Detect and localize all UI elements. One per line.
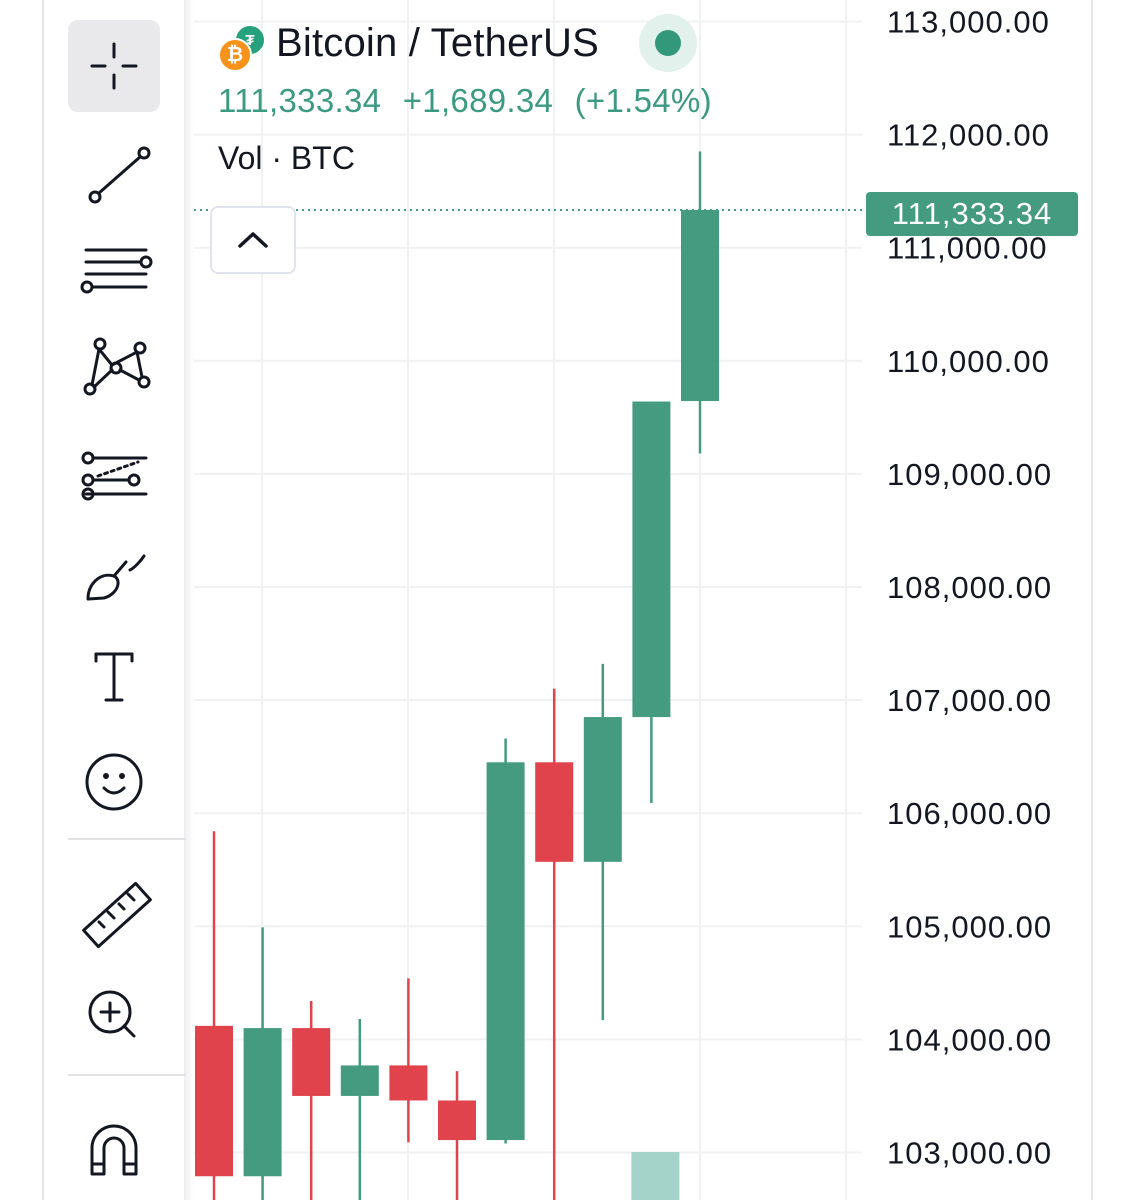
symbol-title[interactable]: Bitcoin / TetherUS <box>276 21 599 66</box>
candle-body <box>195 1025 233 1177</box>
candle-body <box>389 1065 428 1101</box>
candle-body <box>292 1028 331 1096</box>
toolbar-separator <box>68 1074 186 1076</box>
candle-body <box>583 717 622 862</box>
emoji-tool-button[interactable] <box>68 726 160 818</box>
trend-line-icon <box>88 146 151 204</box>
crosshair-icon <box>90 42 138 90</box>
zoom-in-tool-button[interactable] <box>68 962 160 1054</box>
collapse-legend-button[interactable] <box>210 206 296 274</box>
forecast-icon <box>81 451 148 501</box>
pattern-icon <box>83 337 151 396</box>
y-tick-label: 110,000.00 <box>887 344 1050 379</box>
text-tool-button[interactable] <box>68 624 160 716</box>
last-price-badge: 111,333.34 <box>866 192 1078 236</box>
candle-body <box>535 762 574 862</box>
crosshair-tool-button[interactable] <box>68 20 160 112</box>
trend-line-tool-button[interactable] <box>68 120 160 212</box>
symbol-legend: ₮ ₿ Bitcoin / TetherUS 111,333.34 +1,689… <box>218 14 724 177</box>
drawing-toolbar <box>44 0 186 1200</box>
volume-indicator-label[interactable]: Vol · BTC <box>218 140 724 177</box>
candle-body <box>632 401 671 718</box>
brush-tool-button[interactable] <box>68 524 160 616</box>
y-tick-label: 108,000.00 <box>887 570 1052 605</box>
y-tick-label: 104,000.00 <box>887 1022 1052 1057</box>
y-tick-label: 106,000.00 <box>887 796 1052 831</box>
zoom-in-icon <box>88 990 136 1038</box>
change-value: +1,689.34 <box>402 82 554 119</box>
fib-levels-icon <box>80 248 153 294</box>
change-percent: (+1.54%) <box>574 82 712 119</box>
brush-icon <box>86 554 146 601</box>
volume-bars <box>631 1152 680 1200</box>
candle-body <box>486 762 525 1141</box>
market-status-indicator[interactable] <box>639 14 698 72</box>
horizontal-grid <box>194 20 862 1154</box>
candlestick-series <box>195 151 719 1200</box>
candle-body <box>438 1100 476 1141</box>
text-icon <box>94 652 134 702</box>
pattern-tool-button[interactable] <box>68 322 160 414</box>
magnet-tool-button[interactable] <box>68 1098 160 1190</box>
toolbar-separator <box>68 838 186 840</box>
y-tick-label: 103,000.00 <box>887 1135 1052 1170</box>
chevron-up-icon <box>238 232 268 248</box>
y-tick-label: 109,000.00 <box>887 457 1052 492</box>
fib-retracement-tool-button[interactable] <box>68 222 160 314</box>
bitcoin-coin-icon: ₿ <box>218 38 252 72</box>
measure-tool-button[interactable] <box>68 862 160 954</box>
y-tick-label: 107,000.00 <box>887 683 1052 718</box>
y-tick-label: 112,000.00 <box>887 118 1050 153</box>
coin-pair-icon: ₮ ₿ <box>218 20 266 72</box>
price-change-row: 111,333.34 +1,689.34 (+1.54%) <box>218 82 724 120</box>
price-axis[interactable]: 113,000.00112,000.00111,000.00110,000.00… <box>887 4 1052 1170</box>
candle-body <box>340 1065 379 1096</box>
volume-bar <box>631 1152 680 1200</box>
y-tick-label: 105,000.00 <box>887 909 1052 944</box>
candle-body <box>243 1028 282 1177</box>
smiley-icon <box>85 753 143 811</box>
candle-body <box>681 209 719 402</box>
ruler-icon <box>82 881 152 949</box>
market-open-dot-icon <box>655 30 682 56</box>
last-price-value: 111,333.34 <box>218 82 382 119</box>
forecast-tool-button[interactable] <box>68 422 160 514</box>
magnet-icon <box>90 1124 138 1176</box>
y-tick-label: 113,000.00 <box>887 4 1050 39</box>
